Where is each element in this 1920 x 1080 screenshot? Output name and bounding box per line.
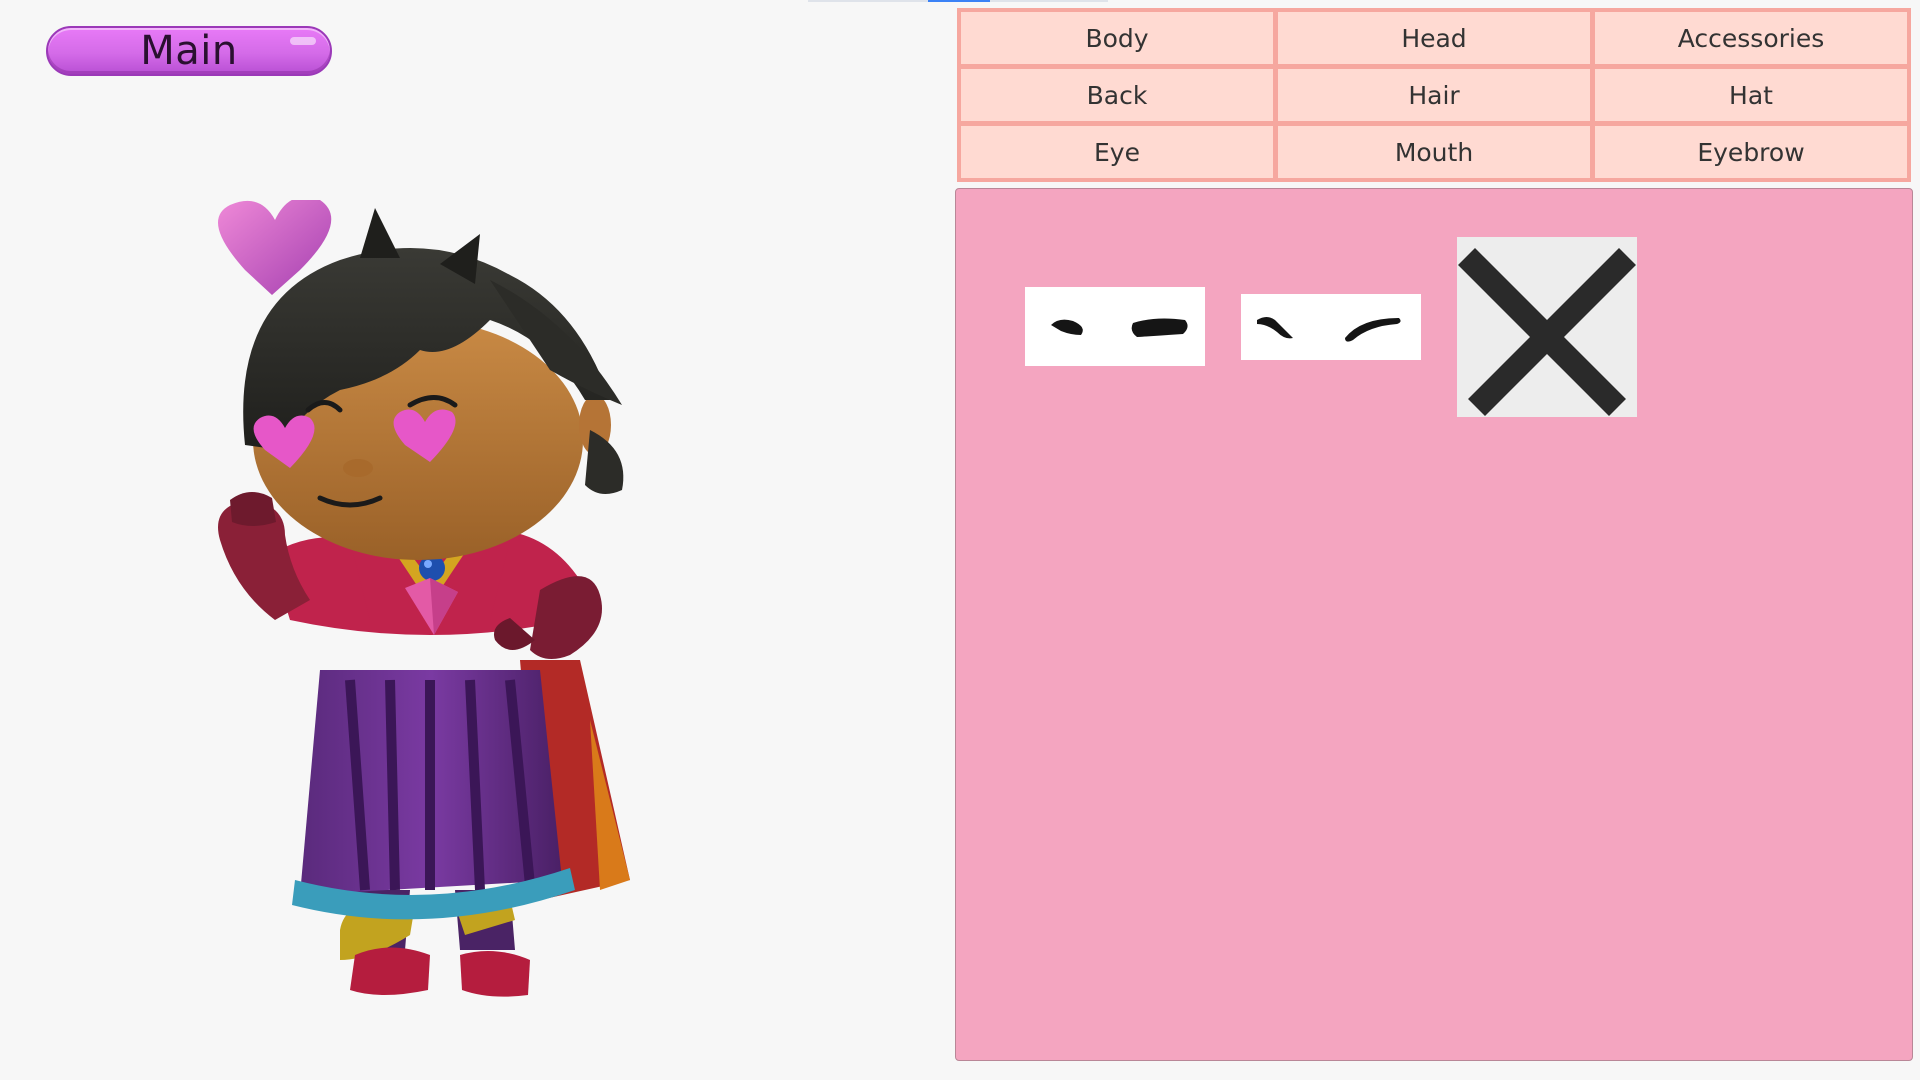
character-preview[interactable] xyxy=(190,200,670,1000)
main-button[interactable]: Main xyxy=(46,26,332,76)
eyebrow-option-1[interactable] xyxy=(1025,287,1205,366)
tab-back[interactable]: Back xyxy=(961,69,1273,121)
tab-accessories[interactable]: Accessories xyxy=(1595,12,1907,64)
category-tabs: Body Head Accessories Back Hair Hat Eye … xyxy=(957,8,1911,182)
tab-hair[interactable]: Hair xyxy=(1278,69,1590,121)
customization-screen: Main Body Head Accessories Back Hair Hat… xyxy=(0,0,1920,1080)
top-indicator xyxy=(928,0,990,2)
tab-mouth[interactable]: Mouth xyxy=(1278,126,1590,178)
eyebrow-style-1-icon xyxy=(1051,318,1188,337)
eyebrow-option-none[interactable] xyxy=(1457,237,1637,417)
button-shine xyxy=(290,37,316,45)
eyebrow-style-2-icon xyxy=(1257,317,1401,342)
tab-hat[interactable]: Hat xyxy=(1595,69,1907,121)
none-x-icon xyxy=(1458,248,1636,416)
top-divider xyxy=(808,0,1108,2)
tab-eyebrow[interactable]: Eyebrow xyxy=(1595,126,1907,178)
main-button-label: Main xyxy=(140,28,238,74)
item-panel xyxy=(955,188,1913,1061)
eyebrow-option-2[interactable] xyxy=(1241,294,1421,360)
tab-eye[interactable]: Eye xyxy=(961,126,1273,178)
tab-head[interactable]: Head xyxy=(1278,12,1590,64)
tab-body[interactable]: Body xyxy=(961,12,1273,64)
